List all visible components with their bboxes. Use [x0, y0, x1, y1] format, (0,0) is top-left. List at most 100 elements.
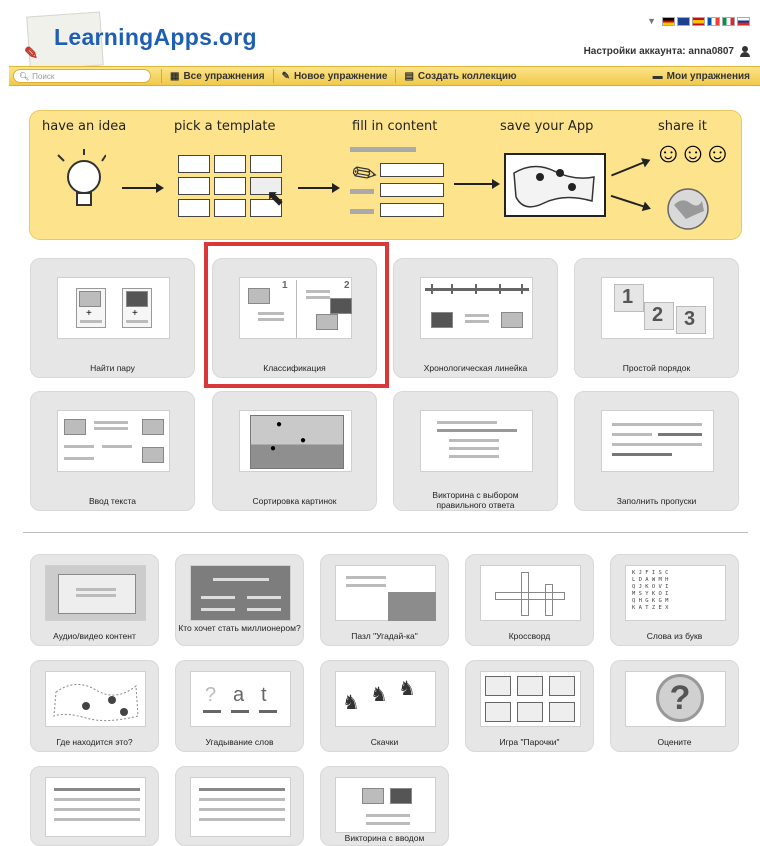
template-card-simple-order[interactable]: 1 2 3 Простой порядок	[574, 258, 739, 378]
template-card-millionaire[interactable]: Кто хочет стать миллионером?	[175, 554, 304, 646]
horse-icon: ♞	[342, 692, 360, 714]
template-label: Простой порядок	[622, 363, 691, 373]
account-settings[interactable]: Настройки аккаунта: anna0807	[584, 46, 750, 57]
map-app-icon	[504, 153, 606, 217]
template-label: Аудио/видео контент	[53, 631, 136, 641]
people-icon: ☺☺☺	[654, 137, 732, 168]
main-nav: 🔍︎ Поиск ▦ Все упражнения ✎ Новое упражн…	[9, 66, 760, 86]
wordgrid-row: L D A W M H	[632, 577, 669, 583]
template-label: Игра "Парочки"	[499, 737, 560, 747]
question-icon: ?	[656, 674, 704, 722]
template-card-timeline[interactable]: Хронологическая линейка	[393, 258, 558, 378]
template-card-word-grid[interactable]: K J F I S C L D A W M H Q J K O V I M S …	[610, 554, 739, 646]
template-thumbnail: ● ● ●	[239, 410, 352, 472]
search-input[interactable]: 🔍︎ Поиск	[13, 69, 151, 83]
template-thumbnail	[601, 410, 714, 472]
template-thumbnail	[57, 410, 170, 472]
template-card-table-1[interactable]	[30, 766, 159, 846]
map-pin-icon: ●	[300, 435, 307, 446]
flag-ru-icon[interactable]	[737, 16, 750, 26]
how-it-works-banner: have an idea pick a template fill in con…	[30, 111, 741, 239]
folder-icon: ▬	[652, 70, 663, 82]
globe-icon	[667, 188, 709, 230]
arrow-icon	[610, 194, 650, 210]
nav-all-exercises[interactable]: ▦ Все упражнения	[161, 69, 273, 83]
template-card-audio-video[interactable]: Аудио/видео контент	[30, 554, 159, 646]
template-card-where-is[interactable]: Где находится это?	[30, 660, 159, 752]
template-thumbnail: 1 2 3	[601, 277, 714, 339]
template-label: Сортировка картинок	[252, 496, 337, 506]
template-card-rate[interactable]: ? Оцените	[610, 660, 739, 752]
template-label: Кто хочет стать миллионером?	[178, 623, 301, 633]
arrow-icon	[298, 183, 340, 193]
template-card-horse-race[interactable]: ♞ ♞ ♞ Скачки	[320, 660, 449, 752]
user-icon[interactable]	[740, 46, 750, 57]
banner-step-5: share it	[658, 119, 707, 134]
order-number-1: 1	[622, 286, 634, 308]
template-card-puzzle[interactable]: Пазл "Угадай-ка"	[320, 554, 449, 646]
template-card-table-2[interactable]	[175, 766, 304, 846]
nav-my-exercises[interactable]: ▬ Мои упражнения	[653, 71, 760, 82]
lightbulb-icon	[57, 149, 106, 206]
template-label: Угадывание слов	[205, 737, 274, 747]
grid-icon: ▦	[170, 70, 180, 82]
nav-new-exercise[interactable]: ✎ Новое упражнение	[272, 69, 396, 83]
template-label: Где находится это?	[56, 737, 133, 747]
order-number-2: 2	[652, 304, 664, 326]
nav-create-collection[interactable]: ▤ Создать коллекцию	[395, 69, 524, 83]
wordgrid-row: Q J K O V I	[632, 584, 669, 590]
template-label: Викторина с вводом	[344, 833, 425, 843]
banner-step-4: save your App	[500, 119, 594, 134]
template-card-quiz[interactable]: Викторина с выбором правильного ответа	[393, 391, 558, 511]
flag-es-icon[interactable]	[692, 16, 705, 26]
template-card-find-pair[interactable]: + + Найти пару	[30, 258, 195, 378]
flag-it-icon[interactable]	[722, 16, 735, 26]
flag-fr-icon[interactable]	[707, 16, 720, 26]
template-label: Найти пару	[90, 363, 135, 373]
template-card-text-input[interactable]: Ввод текста	[30, 391, 195, 511]
map-outline-graphic	[53, 684, 139, 722]
template-thumbnail	[420, 277, 533, 339]
arrow-icon	[122, 183, 164, 193]
map-pin-icon: ●	[276, 419, 283, 430]
pencil-icon: ✏	[349, 156, 380, 193]
template-card-fill-gaps[interactable]: Заполнить пропуски	[574, 391, 739, 511]
template-thumbnail	[190, 565, 291, 621]
flag-de-icon[interactable]	[662, 16, 675, 26]
template-label: Оцените	[657, 737, 692, 747]
arrow-icon	[611, 159, 649, 177]
template-card-pairs-game[interactable]: Игра "Парочки"	[465, 660, 594, 752]
chevron-down-icon[interactable]: ▼	[647, 16, 656, 26]
template-thumbnail	[480, 671, 581, 727]
template-label: Заполнить пропуски	[616, 496, 697, 506]
template-card-crossword[interactable]: Кроссворд	[465, 554, 594, 646]
template-thumbnail: ?	[625, 671, 726, 727]
template-thumbnail	[45, 671, 146, 727]
flag-uk-icon[interactable]	[677, 16, 690, 26]
template-label: Слова из букв	[646, 631, 703, 641]
guess-letter: a	[233, 684, 245, 706]
nav-all-exercises-label: Все упражнения	[183, 70, 265, 82]
template-label: Пазл "Угадай-ка"	[351, 631, 418, 641]
logo[interactable]: ✎ LearningApps.org	[14, 10, 264, 71]
template-card-guess-word[interactable]: ? a t Угадывание слов	[175, 660, 304, 752]
account-label[interactable]: Настройки аккаунта: anna0807	[584, 46, 734, 57]
nav-new-exercise-label: Новое упражнение	[293, 70, 388, 82]
template-thumbnail	[45, 777, 146, 837]
template-card-quiz-input[interactable]: Викторина с вводом	[320, 766, 449, 846]
wordgrid-row: Q H G K G M	[632, 598, 669, 604]
wordgrid-row: M S Y K O I	[632, 591, 669, 597]
template-label: Хронологическая линейка	[423, 363, 528, 373]
guess-letter: ?	[205, 684, 217, 706]
nav-my-exercises-label: Мои упражнения	[666, 70, 750, 82]
template-card-image-sorting[interactable]: ● ● ● Сортировка картинок	[212, 391, 377, 511]
wordgrid-row: K J F I S C	[632, 570, 669, 576]
template-label: Викторина с выбором правильного ответа	[432, 490, 519, 510]
language-selector[interactable]: ▼	[647, 16, 750, 26]
banner-step-3: fill in content	[352, 119, 438, 134]
pencil-icon: ✎	[24, 44, 39, 63]
template-thumbnail	[420, 410, 533, 472]
template-thumbnail	[480, 565, 581, 621]
search-icon: 🔍︎	[19, 71, 30, 81]
collection-icon: ▤	[404, 70, 414, 82]
